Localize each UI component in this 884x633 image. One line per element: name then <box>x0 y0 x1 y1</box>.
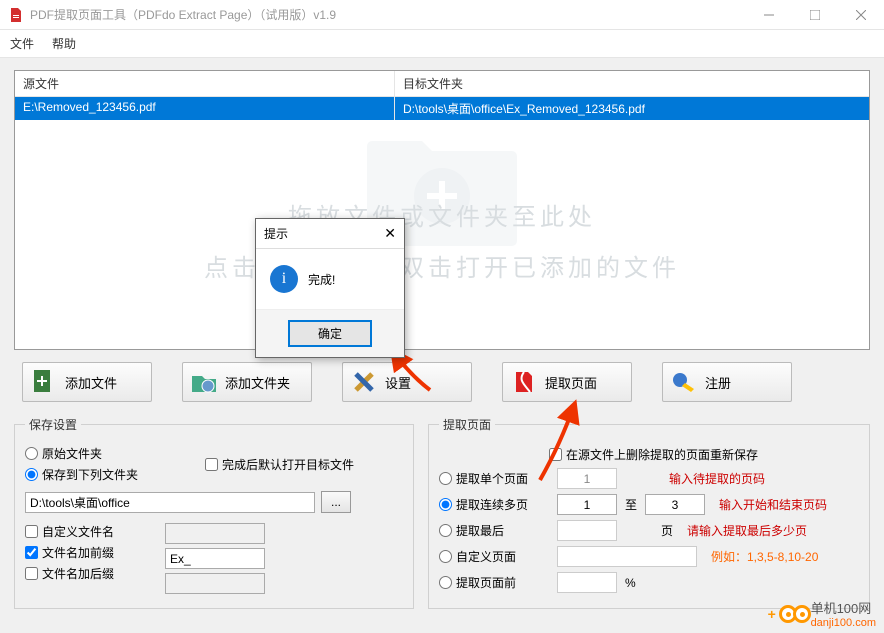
radio-before[interactable]: 提取页面前 <box>439 574 549 591</box>
suffix-input[interactable] <box>165 573 265 594</box>
file-dest-cell: D:\tools\桌面\office\Ex_Removed_123456.pdf <box>395 97 869 120</box>
add-file-icon <box>29 367 59 397</box>
before-percent-input <box>557 572 617 593</box>
add-folder-label: 添加文件夹 <box>225 373 290 392</box>
close-button[interactable] <box>838 0 884 29</box>
column-source[interactable]: 源文件 <box>15 71 395 96</box>
prefix-input[interactable] <box>165 548 265 569</box>
watermark: 单机100网 danji100.com <box>779 598 876 629</box>
menubar: 文件 帮助 <box>0 30 884 58</box>
extract-legend: 提取页面 <box>439 416 495 433</box>
add-file-button[interactable]: 添加文件 <box>22 362 152 402</box>
dialog-close-icon[interactable]: ✕ <box>384 225 396 242</box>
chk-prefix[interactable]: 文件名加前缀 <box>25 544 145 561</box>
register-icon <box>669 367 699 397</box>
dialog-title: 提示 <box>264 225 288 242</box>
extract-label: 提取页面 <box>545 373 597 392</box>
custom-hint: 例如：1,3,5-8,10-20 <box>711 548 818 565</box>
save-legend: 保存设置 <box>25 416 81 433</box>
dialog-message: 完成! <box>308 271 335 288</box>
register-button[interactable]: 注册 <box>662 362 792 402</box>
extract-icon <box>509 367 539 397</box>
add-folder-icon <box>189 367 219 397</box>
last-hint: 请输入提取最后多少页 <box>687 522 807 539</box>
single-hint: 输入待提取的页码 <box>669 470 765 487</box>
menu-file[interactable]: 文件 <box>10 35 34 52</box>
range-to-label: 至 <box>625 496 637 513</box>
toolbar: 添加文件 添加文件夹 设置 提取页面 注册 <box>14 350 870 416</box>
settings-icon <box>349 367 379 397</box>
radio-range[interactable]: 提取连续多页 <box>439 496 549 513</box>
extract-settings-group: 提取页面 在源文件上删除提取的页面重新保存 提取单个页面 输入待提取的页码 提取… <box>428 416 870 609</box>
radio-custom[interactable]: 自定义页面 <box>439 548 549 565</box>
register-label: 注册 <box>705 373 731 392</box>
window-controls <box>746 0 884 29</box>
percent-label: % <box>625 576 636 590</box>
custom-name-input[interactable] <box>165 523 265 544</box>
range-hint: 输入开始和结束页码 <box>719 496 827 513</box>
custom-pages-input <box>557 546 697 567</box>
dialog-ok-button[interactable]: 确定 <box>288 320 372 347</box>
chk-resave[interactable]: 在源文件上删除提取的页面重新保存 <box>549 446 758 463</box>
chk-custom-name[interactable]: 自定义文件名 <box>25 523 145 540</box>
chk-suffix[interactable]: 文件名加后缀 <box>25 565 145 582</box>
settings-button[interactable]: 设置 <box>342 362 472 402</box>
settings-label: 设置 <box>385 373 411 392</box>
range-from-input[interactable] <box>557 494 617 515</box>
chk-open-after[interactable]: 完成后默认打开目标文件 <box>205 445 354 483</box>
file-source-cell: E:\Removed_123456.pdf <box>15 97 395 120</box>
radio-single[interactable]: 提取单个页面 <box>439 470 549 487</box>
app-icon <box>8 7 24 23</box>
extract-button[interactable]: 提取页面 <box>502 362 632 402</box>
file-list-header: 源文件 目标文件夹 <box>15 71 869 97</box>
watermark-name: 单机100网 <box>811 598 876 617</box>
maximize-button[interactable] <box>792 0 838 29</box>
add-file-label: 添加文件 <box>65 373 117 392</box>
radio-orig-folder[interactable]: 原始文件夹 <box>25 445 175 462</box>
range-to-input[interactable] <box>645 494 705 515</box>
minimize-button[interactable] <box>746 0 792 29</box>
radio-custom-folder[interactable]: 保存到下列文件夹 <box>25 466 175 483</box>
info-icon: i <box>270 265 298 293</box>
add-folder-button[interactable]: 添加文件夹 <box>182 362 312 402</box>
watermark-logo-icon <box>779 605 807 623</box>
radio-last[interactable]: 提取最后 <box>439 522 549 539</box>
watermark-url: danji100.com <box>811 617 876 629</box>
browse-button[interactable]: ... <box>321 491 351 513</box>
save-path-input[interactable] <box>25 492 315 513</box>
file-list-area[interactable]: 拖放文件或文件夹至此处 点击添加文件或双击打开已添加的文件 源文件 目标文件夹 … <box>14 70 870 350</box>
menu-help[interactable]: 帮助 <box>52 35 76 52</box>
save-settings-group: 保存设置 原始文件夹 保存到下列文件夹 完成后默认打开目标文件 ... 自定义文… <box>14 416 414 609</box>
file-row[interactable]: E:\Removed_123456.pdf D:\tools\桌面\office… <box>15 97 869 120</box>
single-page-input <box>557 468 617 489</box>
column-dest[interactable]: 目标文件夹 <box>395 71 869 96</box>
window-title: PDF提取页面工具（PDFdo Extract Page）（试用版）v1.9 <box>30 6 746 23</box>
last-pages-input <box>557 520 617 541</box>
info-dialog: 提示 ✕ i 完成! 确定 <box>255 218 405 358</box>
last-unit: 页 <box>625 522 673 539</box>
titlebar: PDF提取页面工具（PDFdo Extract Page）（试用版）v1.9 <box>0 0 884 30</box>
